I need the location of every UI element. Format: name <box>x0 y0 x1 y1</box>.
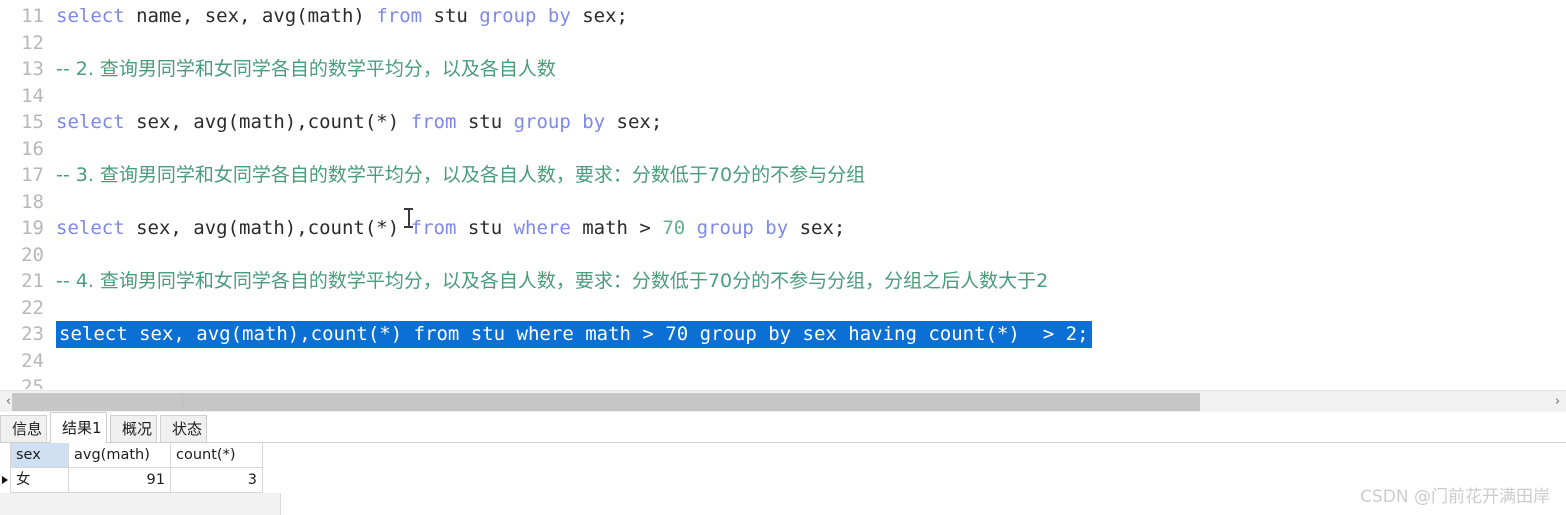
code-line[interactable]: 18 <box>0 189 1566 216</box>
sql-text: sex; <box>788 217 846 239</box>
grid-empty-area <box>0 493 281 515</box>
result-grid[interactable]: sex avg(math) count(*) 女 91 3 <box>0 443 1566 515</box>
tab-1[interactable]: 结果1 <box>50 412 107 443</box>
code-line-text[interactable]: -- 4. 查询男同学和女同学各自的数学平均分，以及各自人数，要求：分数低于70… <box>56 268 1048 295</box>
sql-keyword: select <box>56 5 125 27</box>
sql-text: stu <box>422 5 480 27</box>
sql-text: sex, avg(math),count(*) <box>124 111 411 133</box>
line-number: 23 <box>21 323 44 345</box>
code-line[interactable]: 17 -- 3. 查询男同学和女同学各自的数学平均分，以及各自人数，要求：分数低于… <box>0 162 1566 189</box>
code-line-text[interactable]: select sex, avg(math),count(*) from stu … <box>56 215 845 242</box>
grid-row-marker <box>0 468 11 493</box>
grid-column-header-1[interactable]: avg(math) <box>69 443 171 468</box>
code-line[interactable]: 19 select sex, avg(math),count(*) from st… <box>0 215 1566 242</box>
sql-comment: -- 2. 查询男同学和女同学各自的数学平均分，以及各自人数 <box>56 58 556 80</box>
sql-keyword: select <box>56 217 125 239</box>
code-line-text[interactable]: select name, sex, avg(math) from stu gro… <box>56 3 628 30</box>
tab-0[interactable]: 信息 <box>0 415 47 442</box>
sql-comment: -- 4. 查询男同学和女同学各自的数学平均分，以及各自人数，要求：分数低于70… <box>56 270 1049 292</box>
code-line-text[interactable] <box>56 348 67 375</box>
sql-text: stu <box>456 217 514 239</box>
line-number: 21 <box>21 270 44 292</box>
line-number: 16 <box>21 137 44 160</box>
grid-column-header-2[interactable]: count(*) <box>171 443 263 468</box>
sql-number: 70 <box>662 217 686 239</box>
tab-3[interactable]: 状态 <box>160 415 207 442</box>
sql-keyword: group by <box>513 111 606 133</box>
sql-keyword: select <box>56 111 125 133</box>
code-line[interactable]: 23 select sex, avg(math),count(*) from st… <box>0 321 1566 348</box>
code-line-text[interactable] <box>56 295 67 322</box>
code-line-text[interactable] <box>56 374 67 389</box>
code-line-text[interactable]: select sex, avg(math),count(*) from stu … <box>56 321 1092 348</box>
code-line-text[interactable]: -- 3. 查询男同学和女同学各自的数学平均分，以及各自人数，要求：分数低于70… <box>56 162 865 189</box>
sql-text: sex; <box>570 5 628 27</box>
code-line[interactable]: 12 <box>0 30 1566 57</box>
grid-row-marker <box>0 443 11 468</box>
sql-keyword: from <box>410 111 457 133</box>
line-number: 17 <box>21 164 44 186</box>
scrollbar-thumb[interactable] <box>12 393 1200 411</box>
code-line[interactable]: 14 <box>0 83 1566 110</box>
code-line[interactable]: 11 select name, sex, avg(math) from stu g… <box>0 3 1566 30</box>
sql-editor[interactable]: 11 select name, sex, avg(math) from stu g… <box>0 0 1566 389</box>
code-line[interactable]: 20 <box>0 242 1566 269</box>
code-line-text[interactable] <box>56 189 67 216</box>
sql-text: sex; <box>605 111 663 133</box>
grid-cell-0-0[interactable]: 女 <box>11 468 69 493</box>
sql-keyword: where <box>513 217 571 239</box>
sql-keyword: from <box>376 5 423 27</box>
grid-cell-0-1[interactable]: 91 <box>69 468 171 493</box>
code-line[interactable]: 22 <box>0 295 1566 322</box>
code-line-text[interactable]: -- 2. 查询男同学和女同学各自的数学平均分，以及各自人数 <box>56 56 556 83</box>
code-line[interactable]: 15 select sex, avg(math),count(*) from st… <box>0 109 1566 136</box>
current-row-indicator-icon <box>2 476 8 484</box>
line-number: 13 <box>21 58 44 80</box>
result-panel-tabbar[interactable]: 信息 结果1 概况 状态 <box>0 412 1566 443</box>
code-line[interactable]: 13 -- 2. 查询男同学和女同学各自的数学平均分，以及各自人数 <box>0 56 1566 83</box>
sql-text: select sex, avg(math),count(*) from stu … <box>59 323 1089 345</box>
sql-keyword: group by <box>696 217 789 239</box>
grid-data-row[interactable]: 女 91 3 <box>0 468 1566 493</box>
tab-2[interactable]: 概况 <box>110 415 157 442</box>
line-number: 19 <box>21 217 44 239</box>
line-number: 18 <box>21 190 44 213</box>
line-number: 22 <box>21 296 44 319</box>
code-line[interactable]: 25 <box>0 374 1566 389</box>
code-line-text[interactable] <box>56 83 67 110</box>
grid-cell-0-2[interactable]: 3 <box>171 468 263 493</box>
code-line[interactable]: 16 <box>0 136 1566 163</box>
sql-text: name, sex, avg(math) <box>124 5 377 27</box>
editor-horizontal-scrollbar[interactable]: ‹ › <box>0 390 1566 413</box>
code-line-text[interactable] <box>56 30 67 57</box>
sql-text: math > <box>570 217 663 239</box>
line-number: 14 <box>21 84 44 107</box>
sql-keyword: group by <box>479 5 571 27</box>
sql-text: stu <box>456 111 514 133</box>
csdn-watermark: CSDN @门前花开满田岸 <box>1360 487 1550 507</box>
scroll-right-arrow-icon[interactable]: › <box>1549 391 1566 413</box>
line-number: 25 <box>21 376 44 389</box>
line-number: 11 <box>21 5 44 27</box>
sql-text: sex, avg(math),count(*) <box>124 217 411 239</box>
code-line[interactable]: 21 -- 4. 查询男同学和女同学各自的数学平均分，以及各自人数，要求：分数低于… <box>0 268 1566 295</box>
grid-column-header-0[interactable]: sex <box>11 443 69 468</box>
line-number: 15 <box>21 111 44 133</box>
sql-keyword: from <box>410 217 457 239</box>
code-line-text[interactable]: select sex, avg(math),count(*) from stu … <box>56 109 662 136</box>
code-line-text[interactable] <box>56 136 67 163</box>
code-line[interactable]: 24 <box>0 348 1566 375</box>
grid-header-row: sex avg(math) count(*) <box>0 443 1566 468</box>
line-number: 24 <box>21 349 44 372</box>
code-line-text[interactable] <box>56 242 67 269</box>
sql-comment: -- 3. 查询男同学和女同学各自的数学平均分，以及各自人数，要求：分数低于70… <box>56 164 866 186</box>
line-number: 12 <box>21 31 44 54</box>
line-number: 20 <box>21 243 44 266</box>
